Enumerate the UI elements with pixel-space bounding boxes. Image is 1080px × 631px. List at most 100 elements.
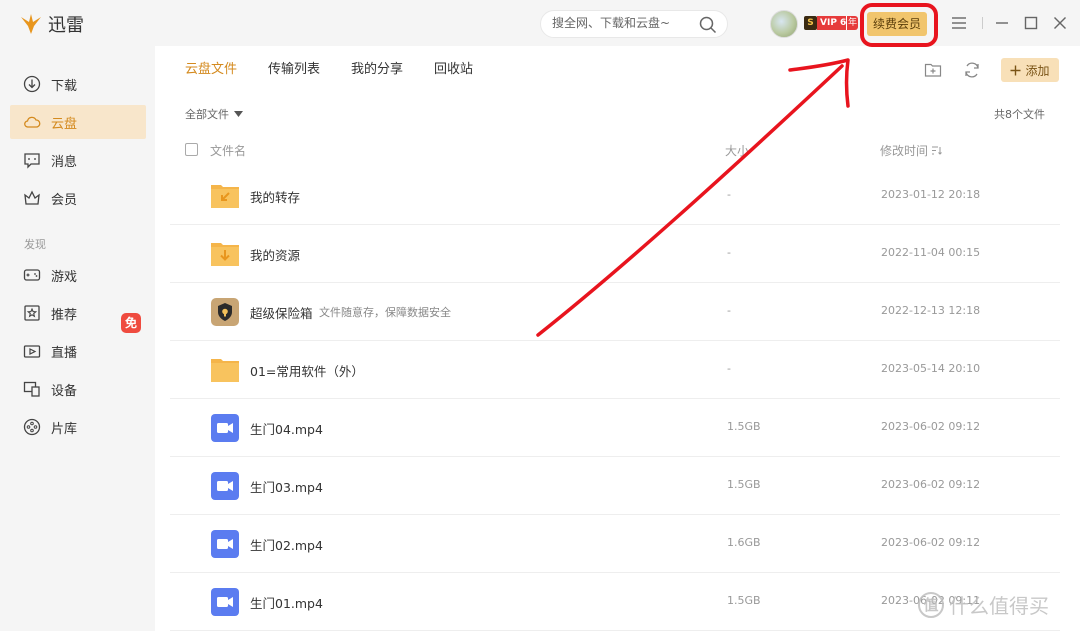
vip-level-badge: VIP 6 [817,16,850,30]
table-row[interactable]: 超级保险箱 文件随意存，保障数据安全 - 2022-12-13 12:18 [170,283,1060,341]
file-modified: 2023-06-02 09:12 [881,478,981,491]
cloud-tabs: 云盘文件 传输列表 我的分享 回收站 [185,60,504,80]
download-icon [23,75,41,93]
sidebar-item-membership[interactable]: 会员 [10,181,146,215]
file-count: 共8个文件 [994,108,1045,121]
tab-my-shares[interactable]: 我的分享 [351,60,403,80]
title-divider [982,17,983,29]
file-size: - [727,362,731,375]
file-name: 生门01.mp4 [250,596,323,611]
add-button-label: 添加 [1025,63,1050,78]
select-all-checkbox[interactable] [185,143,198,156]
file-name: 生门02.mp4 [250,538,323,553]
file-size: 1.5GB [727,594,761,607]
file-modified: 2023-06-02 09:12 [881,536,981,549]
video-file-icon [211,472,239,500]
app-logo: 迅雷 [20,11,84,37]
file-list-header: 文件名 大小 修改时间 [185,142,1045,160]
file-size: 1.6GB [727,536,761,549]
file-modified: 2022-11-04 00:15 [881,246,981,259]
tab-transfer-list[interactable]: 传输列表 [268,60,320,80]
sidebar: 下载 云盘 消息 会员 发现 游戏 免 推荐 直播 设备 片库 [0,46,155,631]
table-row[interactable]: 我的资源 - 2022-11-04 00:15 [170,225,1060,283]
maximize-icon[interactable] [1022,14,1040,32]
file-size: - [727,304,731,317]
thunder-bird-icon [21,14,41,34]
add-button[interactable]: 添加 [1001,58,1059,82]
sidebar-item-messages[interactable]: 消息 [10,143,146,177]
refresh-icon[interactable] [962,60,982,80]
sidebar-item-label: 下载 [51,78,78,94]
file-name: 我的资源 [250,248,301,263]
safe-box-icon [211,298,239,326]
renew-membership-button[interactable]: 续费会员 [867,12,927,36]
watermark-logo: 值 [918,591,944,618]
watermark-text: 什么值得买 [949,594,1049,618]
video-file-icon [211,530,239,558]
new-folder-icon[interactable] [923,60,943,80]
sidebar-item-label: 云盘 [51,116,78,132]
file-modified: 2023-05-14 20:10 [881,362,981,375]
file-size: 1.5GB [727,478,761,491]
column-size[interactable]: 大小 [725,142,749,159]
sidebar-item-films[interactable]: 片库 [10,410,146,444]
sidebar-item-recommend[interactable]: 推荐 [10,296,146,330]
sidebar-item-label: 推荐 [51,307,78,323]
film-icon [23,418,41,436]
table-row[interactable]: 我的转存 - 2023-01-12 20:18 [170,167,1060,225]
table-row[interactable]: 生门04.mp4 1.5GB 2023-06-02 09:12 [170,399,1060,457]
year-badge: 年 [846,16,858,30]
watermark: 值 什么值得买 [918,590,1049,619]
file-modified: 2023-06-02 09:12 [881,420,981,433]
column-modified[interactable]: 修改时间 [880,142,942,159]
super-member-badge: S [804,16,817,30]
tab-cloud-files[interactable]: 云盘文件 [185,60,237,80]
live-icon [23,345,41,358]
sidebar-item-live[interactable]: 直播 [10,334,146,368]
file-filter-dropdown[interactable]: 全部文件 [185,106,243,122]
file-size: 1.5GB [727,420,761,433]
device-icon [23,381,40,397]
title-bar: 迅雷 S VIP 6 年 续费会员 [0,0,1080,47]
table-row[interactable]: 生门02.mp4 1.6GB 2023-06-02 09:12 [170,515,1060,573]
crown-icon [24,190,40,205]
table-row[interactable]: 生门03.mp4 1.5GB 2023-06-02 09:12 [170,457,1060,515]
plus-icon [1010,65,1021,75]
folder-icon [211,359,239,382]
file-modified: 2022-12-13 12:18 [881,304,981,317]
menu-icon[interactable] [950,14,968,32]
file-description: 文件随意存，保障数据安全 [319,306,451,319]
search-input[interactable] [552,16,697,30]
avatar[interactable] [770,10,798,38]
cloud-icon [24,116,41,128]
sidebar-item-label: 消息 [51,154,78,170]
column-modified-label: 修改时间 [880,144,929,158]
file-name: 超级保险箱 [250,306,313,321]
message-icon [24,153,40,169]
search-icon[interactable] [699,16,717,38]
table-row[interactable]: 01=常用软件（外） - 2023-05-14 20:10 [170,341,1060,399]
search-box[interactable] [540,10,728,38]
sort-icon [931,146,942,155]
file-size: - [727,246,731,259]
file-name: 我的转存 [250,190,301,205]
sidebar-item-games[interactable]: 游戏 [10,258,146,292]
file-filter-label: 全部文件 [185,108,229,121]
sidebar-item-download[interactable]: 下载 [10,67,146,101]
tab-recycle-bin[interactable]: 回收站 [434,60,473,80]
file-name: 生门03.mp4 [250,480,323,495]
sidebar-item-label: 会员 [51,192,78,208]
gamepad-icon [23,269,41,281]
close-icon[interactable] [1051,14,1069,32]
file-name: 01=常用软件（外） [250,364,364,379]
file-modified: 2023-01-12 20:18 [881,188,981,201]
sidebar-item-label: 直播 [51,345,78,361]
sidebar-item-devices[interactable]: 设备 [10,372,146,406]
file-name: 生门04.mp4 [250,422,323,437]
section-label-discover: 发现 [24,238,46,251]
sidebar-item-cloud[interactable]: 云盘 [10,105,146,139]
resource-folder-icon [211,243,239,266]
minimize-icon[interactable] [993,14,1011,32]
sidebar-item-label: 片库 [51,421,78,437]
column-name[interactable]: 文件名 [210,142,246,159]
